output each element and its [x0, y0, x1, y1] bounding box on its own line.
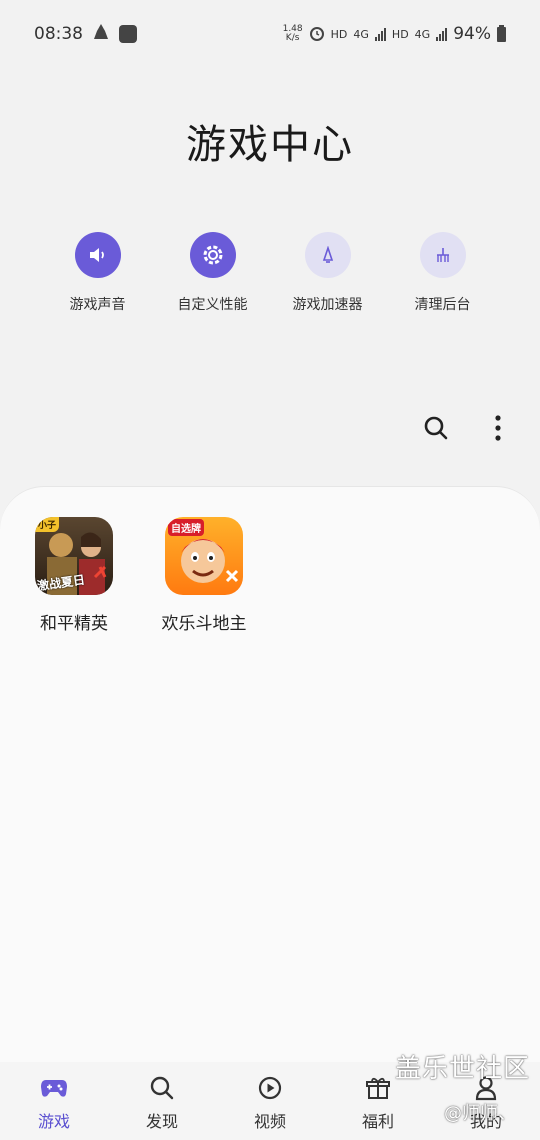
tool-game-sound[interactable]: 游戏声音 [40, 232, 155, 314]
hd-label-1: HD [330, 27, 348, 41]
game-name: 欢乐斗地主 [161, 614, 247, 634]
tool-clean-background[interactable]: 清理后台 [385, 232, 500, 314]
nav-tab-me[interactable]: 我的 [432, 1062, 540, 1140]
tool-label: 游戏声音 [69, 297, 126, 313]
nav-label: 福利 [361, 1112, 394, 1131]
gamepad-icon [40, 1074, 68, 1102]
signal-icon-1 [374, 27, 386, 41]
battery-percent: 94% [453, 24, 491, 44]
page-title: 游戏中心 [186, 122, 354, 168]
person-icon [472, 1074, 500, 1102]
nav-label: 视频 [253, 1112, 286, 1131]
alarm-icon [309, 25, 325, 44]
play-icon [256, 1074, 284, 1102]
rocket-icon [304, 232, 351, 278]
game-item-peace-elite[interactable]: 小子 激战夏日 和平精英 [19, 517, 129, 634]
hd-label-2: HD [391, 27, 409, 41]
nav-tab-benefits[interactable]: 福利 [324, 1062, 432, 1140]
notification-icon [93, 23, 109, 46]
header-actions [420, 412, 514, 444]
status-time: 08:38 [34, 24, 83, 44]
tool-custom-performance[interactable]: 自定义性能 [155, 232, 270, 314]
nav-tab-games[interactable]: 游戏 [0, 1062, 108, 1140]
search-button[interactable] [420, 412, 452, 444]
gear-icon [189, 232, 236, 278]
games-card: 小子 激战夏日 和平精英 自选牌 欢乐斗地主 [0, 486, 540, 1062]
status-bar: 08:38 1.48 K/s HD 4G HD 4G 94% [0, 0, 540, 68]
quick-tools: 游戏声音 自定义性能 游戏加速器 清理后台 [40, 232, 500, 314]
more-options-button[interactable] [482, 412, 514, 444]
bottom-nav: 游戏 发现 视频 福利 我的 [0, 1062, 540, 1140]
gift-icon [364, 1074, 392, 1102]
peace-elite-icon-badge: 小子 [35, 517, 60, 532]
network-type-1: 4G [353, 27, 369, 41]
signal-icon-2 [436, 27, 448, 41]
search-icon [424, 416, 448, 440]
tool-label: 自定义性能 [177, 297, 248, 313]
app-notification-icon [119, 25, 137, 43]
more-vertical-icon [495, 415, 501, 441]
network-speed-unit: K/s [285, 33, 300, 43]
tool-label: 游戏加速器 [292, 297, 363, 313]
search-icon [148, 1074, 176, 1102]
broom-icon [419, 232, 466, 278]
nav-tab-discover[interactable]: 发现 [108, 1062, 216, 1140]
battery-icon [497, 24, 506, 42]
nav-label: 游戏 [37, 1112, 70, 1131]
happy-doudizhu-app-icon: 自选牌 [165, 517, 243, 595]
game-name: 和平精英 [40, 614, 108, 634]
nav-tab-video[interactable]: 视频 [216, 1062, 324, 1140]
nav-label: 发现 [145, 1112, 178, 1131]
tool-label: 清理后台 [414, 297, 471, 313]
network-speed: 1.48 K/s [283, 25, 303, 43]
happy-doudizhu-icon-caption: 自选牌 [168, 519, 204, 536]
tool-game-booster[interactable]: 游戏加速器 [270, 232, 385, 314]
peace-elite-app-icon: 小子 激战夏日 [35, 517, 113, 595]
game-item-happy-doudizhu[interactable]: 自选牌 欢乐斗地主 [149, 517, 259, 634]
nav-label: 我的 [469, 1112, 502, 1131]
network-type-2: 4G [414, 27, 431, 41]
speaker-icon [74, 232, 121, 278]
